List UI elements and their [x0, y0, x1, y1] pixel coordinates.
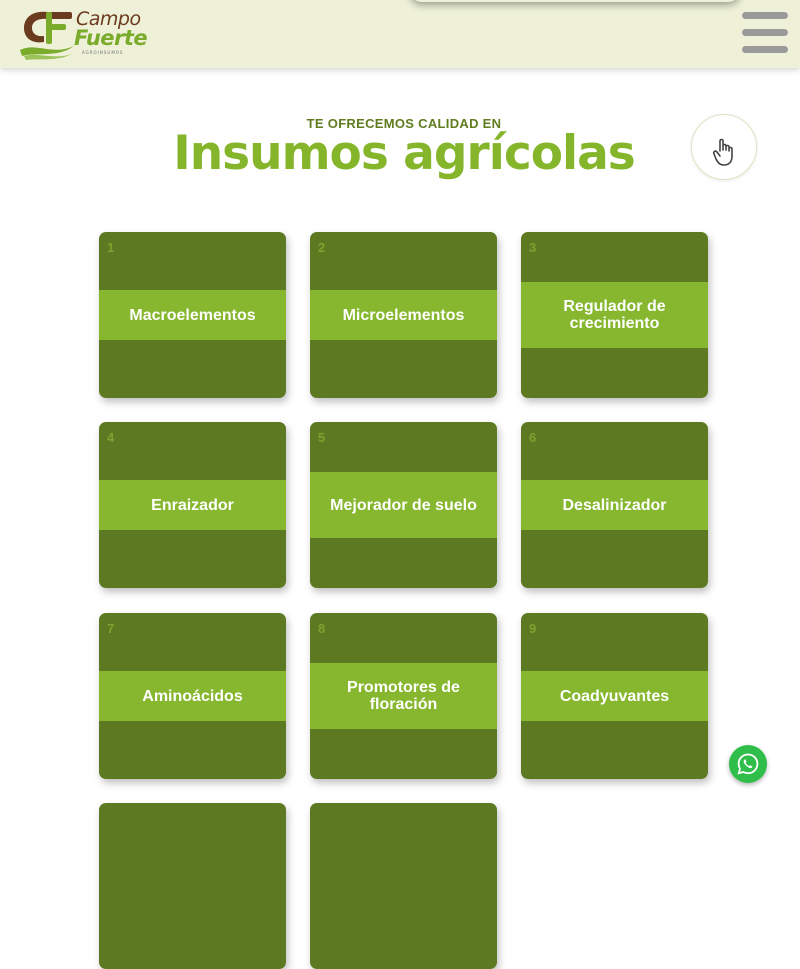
product-card-3[interactable]: 3 Regulador de crecimiento [521, 232, 708, 398]
product-card-10[interactable] [99, 803, 286, 969]
card-band: Enraizador [99, 480, 286, 530]
brand-name-fuerte: Fuerte [74, 26, 148, 50]
card-label: Desalinizador [562, 496, 667, 514]
campo-fuerte-logo-icon [20, 11, 74, 60]
card-band: Macroelementos [99, 290, 286, 340]
card-band: Aminoácidos [99, 671, 286, 721]
card-number: 5 [318, 430, 326, 445]
card-number: 7 [107, 621, 115, 636]
card-label: Enraizador [151, 496, 234, 514]
header-tab-shadow [410, 0, 740, 2]
card-band: Desalinizador [521, 480, 708, 530]
site-header: Campo Fuerte AGROINSUMOS [0, 0, 800, 68]
product-card-11[interactable] [310, 803, 497, 969]
section-title: Insumos agrícolas [173, 126, 636, 181]
product-card-7[interactable]: 7 Aminoácidos [99, 613, 286, 779]
whatsapp-button[interactable] [729, 745, 767, 783]
card-label: Coadyuvantes [559, 687, 670, 705]
card-label: Promotores de floración [347, 679, 460, 713]
card-band: Mejorador de suelo [310, 472, 497, 538]
card-number: 4 [107, 430, 115, 445]
card-band: Promotores de floración [310, 663, 497, 729]
card-band: Coadyuvantes [521, 671, 708, 721]
card-band: Regulador de crecimiento [521, 282, 708, 348]
card-number: 9 [529, 621, 537, 636]
card-number: 8 [318, 621, 326, 636]
brand-tagline: AGROINSUMOS [82, 50, 124, 55]
product-card-8[interactable]: 8 Promotores de floración [310, 613, 497, 779]
product-card-5[interactable]: 5 Mejorador de suelo [310, 422, 497, 588]
card-number: 6 [529, 430, 537, 445]
card-label: Mejorador de suelo [330, 496, 477, 514]
card-label: Aminoácidos [142, 687, 243, 705]
hamburger-menu-icon[interactable] [742, 12, 788, 54]
card-label: Macroelementos [129, 306, 256, 324]
card-label: Microelementos [342, 306, 465, 324]
card-number: 3 [529, 240, 537, 255]
product-card-6[interactable]: 6 Desalinizador [521, 422, 708, 588]
whatsapp-icon [737, 753, 759, 775]
card-number: 2 [318, 240, 326, 255]
brand-logo[interactable]: Campo Fuerte AGROINSUMOS [18, 4, 148, 62]
pointer-hand-icon [712, 138, 733, 166]
product-card-2[interactable]: 2 Microelementos [310, 232, 497, 398]
product-card-1[interactable]: 1 Macroelementos [99, 232, 286, 398]
product-card-9[interactable]: 9 Coadyuvantes [521, 613, 708, 779]
card-label: Regulador de crecimiento [563, 298, 666, 332]
card-number: 1 [107, 240, 115, 255]
pointer-hand-button[interactable] [691, 114, 757, 180]
product-card-4[interactable]: 4 Enraizador [99, 422, 286, 588]
card-band: Microelementos [310, 290, 497, 340]
